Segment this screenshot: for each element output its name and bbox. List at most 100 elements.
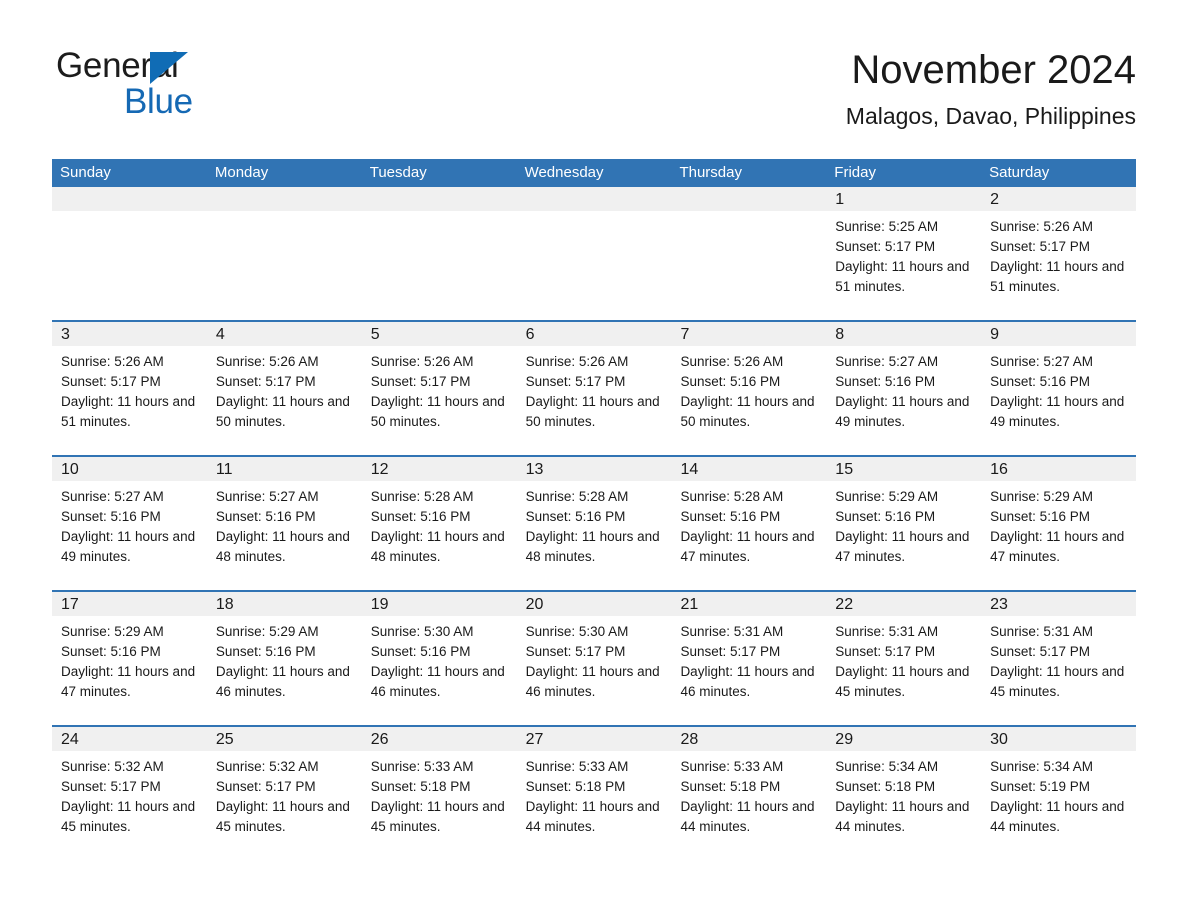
sunrise-text: Sunrise: 5:28 AM: [525, 489, 629, 504]
calendar-day-cell[interactable]: 29 Sunrise: 5:34 AM Sunset: 5:18 PM Dayligh…: [826, 727, 982, 860]
daylight-text: Daylight: 11 hours and 50 minutes.: [525, 394, 660, 429]
calendar-day-cell[interactable]: 28 Sunrise: 5:33 AM Sunset: 5:18 PM Dayligh…: [671, 727, 827, 860]
sunrise-text: Sunrise: 5:28 AM: [370, 489, 474, 504]
weekday-header-friday: Friday: [834, 164, 876, 181]
calendar-day-cell[interactable]: 27 Sunrise: 5:33 AM Sunset: 5:18 PM Dayligh…: [516, 727, 672, 860]
calendar-grid: Sunday Monday Tuesday Wednesday Thursday Frid…: [52, 159, 1137, 860]
daylight-text: Daylight: 11 hours and 45 minutes.: [61, 799, 196, 834]
daylight-text: Daylight: 11 hours and 48 minutes.: [370, 529, 505, 564]
sunrise-text: Sunrise: 5:27 AM: [215, 489, 319, 504]
sunset-text: Sunset: 5:17 PM: [215, 374, 316, 389]
day-number: 5: [361, 322, 517, 346]
day-number: 21: [671, 592, 827, 616]
sunset-text: Sunset: 5:16 PM: [680, 374, 781, 389]
day-sun-info: Sunrise: 5:26 AM Sunset: 5:17 PM Daylight:…: [362, 346, 517, 432]
calendar-day-cell[interactable]: 20 Sunrise: 5:30 AM Sunset: 5:17 PM Dayligh…: [516, 592, 672, 725]
day-sun-info: Sunrise: 5:32 AM Sunset: 5:17 PM Daylight:…: [52, 751, 207, 837]
sunrise-text: Sunrise: 5:33 AM: [525, 759, 629, 774]
calendar-day-cell[interactable]: 22 Sunrise: 5:31 AM Sunset: 5:17 PM Dayligh…: [826, 592, 982, 725]
calendar-day-cell[interactable]: 26 Sunrise: 5:33 AM Sunset: 5:18 PM Dayligh…: [361, 727, 517, 860]
day-sun-info: Sunrise: 5:31 AM Sunset: 5:17 PM Daylight:…: [826, 616, 981, 702]
daylight-text: Daylight: 11 hours and 47 minutes.: [835, 529, 970, 564]
day-number: 7: [671, 322, 827, 346]
day-number: 1: [826, 187, 982, 211]
calendar-day-cell[interactable]: 13 Sunrise: 5:28 AM Sunset: 5:16 PM Dayligh…: [516, 457, 672, 590]
day-number: [361, 187, 517, 211]
calendar-day-cell[interactable]: 15 Sunrise: 5:29 AM Sunset: 5:16 PM Dayligh…: [826, 457, 982, 590]
sunrise-text: Sunrise: 5:26 AM: [215, 354, 319, 369]
calendar-day-cell[interactable]: 24 Sunrise: 5:32 AM Sunset: 5:17 PM Dayligh…: [52, 727, 207, 860]
day-sun-info: Sunrise: 5:31 AM Sunset: 5:17 PM Daylight:…: [671, 616, 826, 702]
calendar-day-cell[interactable]: 6 Sunrise: 5:26 AM Sunset: 5:17 PM Daylight…: [516, 322, 672, 455]
day-number: 18: [206, 592, 362, 616]
calendar-day-cell[interactable]: 10 Sunrise: 5:27 AM Sunset: 5:16 PM Dayligh…: [52, 457, 207, 590]
day-sun-info: Sunrise: 5:30 AM Sunset: 5:16 PM Daylight:…: [362, 616, 517, 702]
day-number: 22: [826, 592, 982, 616]
day-number: 10: [52, 457, 207, 481]
day-number: 28: [671, 727, 827, 751]
calendar-day-cell[interactable]: 12 Sunrise: 5:28 AM Sunset: 5:16 PM Dayligh…: [361, 457, 517, 590]
calendar-day-cell[interactable]: 1 Sunrise: 5:25 AM Sunset: 5:17 PM Daylight…: [826, 187, 982, 320]
calendar-day-cell[interactable]: 14 Sunrise: 5:28 AM Sunset: 5:16 PM Dayligh…: [671, 457, 827, 590]
calendar-day-cell[interactable]: 8 Sunrise: 5:27 AM Sunset: 5:16 PM Daylight…: [826, 322, 982, 455]
calendar-day-cell[interactable]: 7 Sunrise: 5:26 AM Sunset: 5:16 PM Daylight…: [671, 322, 827, 455]
sunrise-text: Sunrise: 5:25 AM: [835, 219, 939, 234]
daylight-text: Daylight: 11 hours and 46 minutes.: [525, 664, 660, 699]
calendar-week-row: 1 Sunrise: 5:25 AM Sunset: 5:17 PM Daylight…: [52, 187, 1137, 320]
daylight-text: Daylight: 11 hours and 44 minutes.: [835, 799, 970, 834]
day-sun-info: Sunrise: 5:34 AM Sunset: 5:19 PM Daylight:…: [981, 751, 1136, 837]
sunrise-text: Sunrise: 5:26 AM: [680, 354, 784, 369]
day-sun-info: Sunrise: 5:27 AM Sunset: 5:16 PM Daylight:…: [52, 481, 207, 567]
sunrise-text: Sunrise: 5:32 AM: [215, 759, 319, 774]
day-number: [206, 187, 362, 211]
day-sun-info: Sunrise: 5:33 AM Sunset: 5:18 PM Daylight:…: [362, 751, 517, 837]
generalblue-logo[interactable]: General Blue: [52, 44, 252, 136]
calendar-day-cell[interactable]: 23 Sunrise: 5:31 AM Sunset: 5:17 PM Dayligh…: [981, 592, 1137, 725]
title-block: November 2024 Malagos, Davao, Philippine…: [846, 44, 1136, 130]
day-sun-info: Sunrise: 5:34 AM Sunset: 5:18 PM Daylight:…: [826, 751, 981, 837]
day-number: 24: [52, 727, 207, 751]
calendar-day-cell[interactable]: 25 Sunrise: 5:32 AM Sunset: 5:17 PM Dayligh…: [206, 727, 362, 860]
logo-text-blue: Blue: [124, 82, 193, 121]
daylight-text: Daylight: 11 hours and 50 minutes.: [680, 394, 815, 429]
calendar-day-cell[interactable]: 4 Sunrise: 5:26 AM Sunset: 5:17 PM Daylight…: [206, 322, 362, 455]
sunrise-text: Sunrise: 5:28 AM: [680, 489, 784, 504]
day-number: 12: [361, 457, 517, 481]
sunrise-text: Sunrise: 5:32 AM: [61, 759, 164, 774]
calendar-day-cell[interactable]: 17 Sunrise: 5:29 AM Sunset: 5:16 PM Dayligh…: [52, 592, 207, 725]
daylight-text: Daylight: 11 hours and 46 minutes.: [215, 664, 350, 699]
calendar-day-cell[interactable]: 5 Sunrise: 5:26 AM Sunset: 5:17 PM Daylight…: [361, 322, 517, 455]
sunrise-text: Sunrise: 5:26 AM: [525, 354, 629, 369]
day-sun-info: Sunrise: 5:26 AM Sunset: 5:17 PM Daylight:…: [981, 211, 1136, 297]
daylight-text: Daylight: 11 hours and 51 minutes.: [835, 259, 970, 294]
day-number: 3: [52, 322, 207, 346]
calendar-day-cell[interactable]: 19 Sunrise: 5:30 AM Sunset: 5:16 PM Dayligh…: [361, 592, 517, 725]
calendar-day-cell[interactable]: 16 Sunrise: 5:29 AM Sunset: 5:16 PM Dayligh…: [981, 457, 1137, 590]
day-sun-info: Sunrise: 5:27 AM Sunset: 5:16 PM Daylight:…: [207, 481, 362, 567]
day-number: 8: [826, 322, 982, 346]
calendar-day-cell[interactable]: 3 Sunrise: 5:26 AM Sunset: 5:17 PM Daylight…: [52, 322, 207, 455]
calendar-day-cell[interactable]: 11 Sunrise: 5:27 AM Sunset: 5:16 PM Dayligh…: [206, 457, 362, 590]
daylight-text: Daylight: 11 hours and 51 minutes.: [990, 259, 1125, 294]
calendar-week-row: 24 Sunrise: 5:32 AM Sunset: 5:17 PM Dayligh…: [52, 725, 1137, 860]
sunrise-text: Sunrise: 5:29 AM: [990, 489, 1093, 504]
daylight-text: Daylight: 11 hours and 50 minutes.: [215, 394, 350, 429]
calendar-day-cell[interactable]: 18 Sunrise: 5:29 AM Sunset: 5:16 PM Dayligh…: [206, 592, 362, 725]
sunset-text: Sunset: 5:16 PM: [990, 374, 1090, 389]
day-sun-info: Sunrise: 5:28 AM Sunset: 5:16 PM Daylight:…: [362, 481, 517, 567]
calendar-day-cell[interactable]: 2 Sunrise: 5:26 AM Sunset: 5:17 PM Daylight…: [981, 187, 1137, 320]
page-title: November 2024: [851, 48, 1136, 92]
calendar-day-cell[interactable]: 30 Sunrise: 5:34 AM Sunset: 5:19 PM Dayligh…: [981, 727, 1137, 860]
calendar-day-cell[interactable]: 9 Sunrise: 5:27 AM Sunset: 5:16 PM Daylight…: [981, 322, 1137, 455]
day-number: 6: [516, 322, 672, 346]
day-sun-info: Sunrise: 5:29 AM Sunset: 5:16 PM Daylight:…: [826, 481, 981, 567]
sunset-text: Sunset: 5:17 PM: [525, 374, 626, 389]
calendar-day-cell[interactable]: 21 Sunrise: 5:31 AM Sunset: 5:17 PM Dayligh…: [671, 592, 827, 725]
sunrise-text: Sunrise: 5:29 AM: [835, 489, 939, 504]
daylight-text: Daylight: 11 hours and 45 minutes.: [990, 664, 1125, 699]
day-sun-info: Sunrise: 5:29 AM Sunset: 5:16 PM Daylight:…: [207, 616, 362, 702]
daylight-text: Daylight: 11 hours and 45 minutes.: [215, 799, 350, 834]
daylight-text: Daylight: 11 hours and 44 minutes.: [525, 799, 660, 834]
daylight-text: Daylight: 11 hours and 46 minutes.: [370, 664, 505, 699]
daylight-text: Daylight: 11 hours and 51 minutes.: [61, 394, 196, 429]
